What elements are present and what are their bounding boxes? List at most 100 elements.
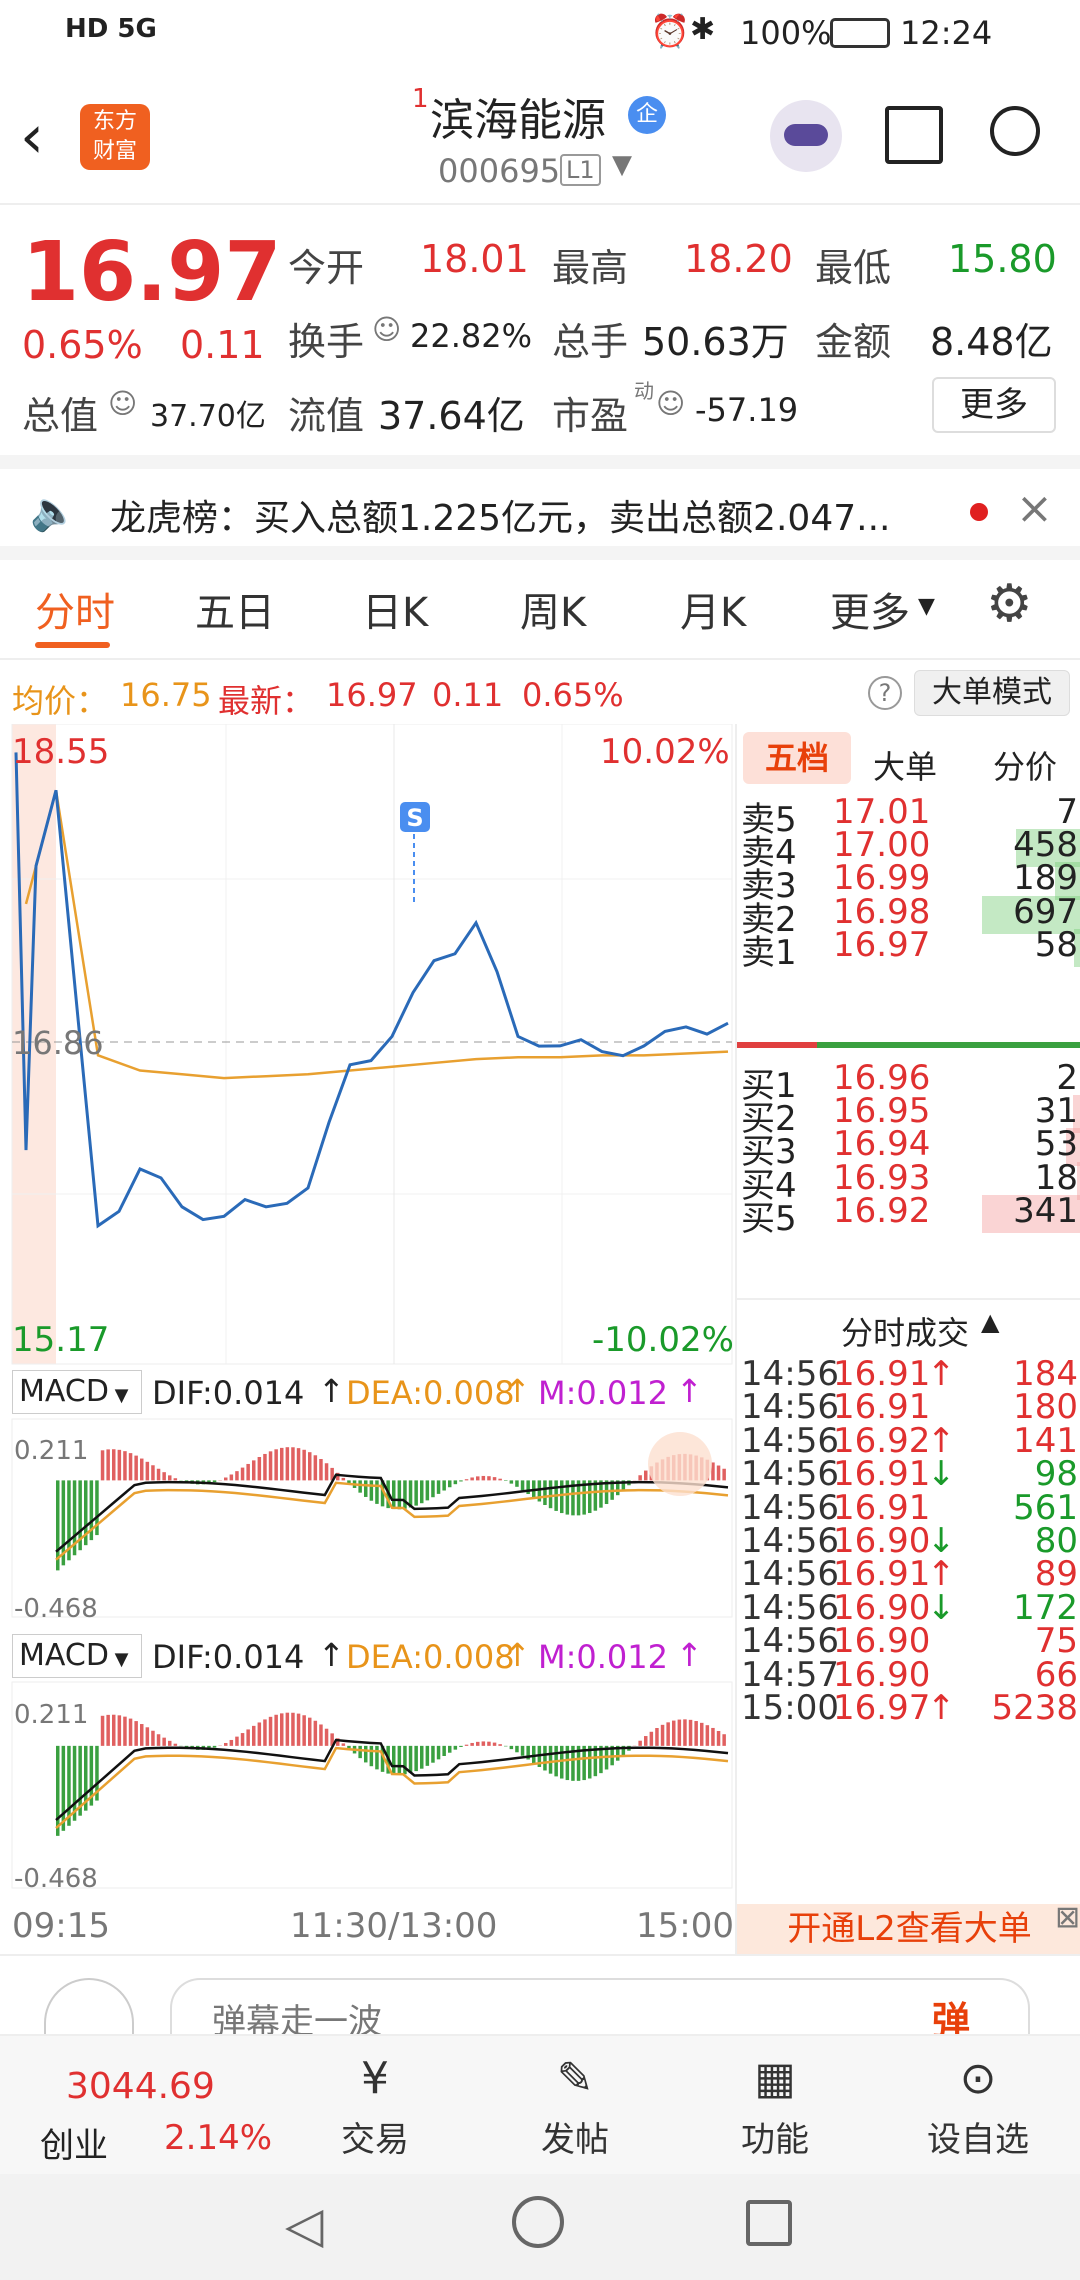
home-circle-icon[interactable]	[512, 2196, 564, 2248]
order-book-panel: 五档 大单 分价 卖5 17.01 7 卖4 17.00 458 卖3 16.99 189 卖2 1…	[735, 724, 1080, 1954]
tab-price-dist[interactable]: 分价	[993, 742, 1057, 788]
histogram-bar	[308, 1452, 312, 1481]
tab-intraday[interactable]: 分时	[35, 580, 115, 638]
avg-value: 16.75	[120, 676, 212, 714]
histogram-bar	[649, 1731, 654, 1746]
y-min-pct: -10.02%	[592, 1320, 734, 1360]
comment-list-icon[interactable]	[44, 1978, 134, 2036]
danmaku-input[interactable]: 弹幕走一波 弹	[170, 1978, 1030, 2036]
histogram-bar	[414, 1745, 418, 1772]
histogram-bar	[638, 1740, 642, 1746]
histogram-bar	[364, 1480, 368, 1497]
histogram-bar	[229, 1739, 234, 1746]
info-icon[interactable]: ☺	[656, 387, 685, 420]
trades-title[interactable]: 分时成交	[841, 1308, 969, 1354]
search-icon[interactable]	[990, 106, 1040, 156]
nav-trade[interactable]: ¥ 交易	[295, 2046, 455, 2161]
histogram-bar	[257, 1457, 262, 1481]
macd2-dif: DIF:0.014	[152, 1638, 305, 1676]
histogram-bar	[173, 1743, 178, 1746]
histogram-bar	[509, 1480, 514, 1484]
notice-bar[interactable]: 🔈 龙虎榜：买入总额1.225亿元，卖出总额2.047... ×	[0, 455, 1080, 560]
histogram-bar	[515, 1480, 519, 1487]
low-value: 15.80	[948, 237, 1057, 281]
intraday-chart[interactable]: S 18.55 10.02% 16.86 15.17 -10.02% MACD …	[0, 723, 735, 1954]
level-badge: L1	[560, 154, 601, 186]
histogram-bar	[145, 1727, 150, 1746]
histogram-bar	[470, 1742, 474, 1746]
high-value: 18.20	[684, 237, 793, 281]
recents-square-icon[interactable]	[746, 2200, 792, 2246]
share-icon[interactable]	[885, 106, 943, 164]
avg-price-bar: 均价： 16.75 最新： 16.97 0.11 0.65% ? 大单模式	[0, 662, 1080, 724]
tab-more[interactable]: 更多	[830, 580, 910, 638]
histogram-bar	[224, 1477, 228, 1481]
histogram-bar	[408, 1745, 413, 1773]
histogram-bar	[520, 1480, 525, 1491]
quote-panel: 16.97 0.65% 0.11 今开 18.01 最高 18.20 最低 15…	[0, 205, 1080, 455]
info-icon[interactable]: ☺	[108, 387, 137, 420]
histogram-bar	[420, 1480, 424, 1504]
nav-post[interactable]: ✎ 发帖	[495, 2046, 655, 2161]
level-label: 买5	[741, 1198, 797, 1239]
histogram-bar	[683, 1719, 687, 1746]
back-icon[interactable]: ‹	[20, 102, 44, 172]
histogram-bar	[313, 1720, 318, 1746]
close-icon[interactable]: ×	[1016, 483, 1053, 534]
x-start-label: 09:15	[12, 1906, 110, 1946]
histogram-bar	[492, 1742, 497, 1746]
histogram-bar	[134, 1721, 138, 1746]
histogram-bar	[162, 1737, 166, 1746]
histogram-bar	[638, 1475, 642, 1481]
tab-monthly-k[interactable]: 月K	[680, 580, 746, 638]
nav-functions[interactable]: ▦ 功能	[695, 2046, 855, 2161]
histogram-bar	[156, 1468, 161, 1481]
histogram-bar	[459, 1480, 463, 1482]
divider	[737, 1298, 1080, 1300]
chevron-down-icon[interactable]: ▼	[612, 150, 632, 180]
histogram-bar	[520, 1745, 525, 1756]
histogram-bar	[448, 1480, 452, 1488]
histogram-bar	[212, 1480, 217, 1483]
level-price: 16.92	[833, 1190, 931, 1231]
histogram-bar	[100, 1450, 105, 1481]
tab-weekly-k[interactable]: 周K	[520, 580, 586, 638]
close-icon[interactable]: ⊠	[1055, 1900, 1080, 1935]
open-label: 今开	[288, 246, 365, 290]
histogram-bar	[319, 1724, 323, 1746]
robot-avatar-icon[interactable]	[770, 100, 842, 172]
danmaku-button[interactable]: 弹	[932, 1990, 970, 2036]
tab-big-orders[interactable]: 大单	[873, 742, 937, 788]
histogram-bar	[308, 1717, 312, 1746]
histogram-bar	[319, 1458, 323, 1481]
macd1-selector[interactable]: MACD ▼	[12, 1370, 142, 1414]
help-icon[interactable]: ?	[868, 676, 902, 710]
histogram-bar	[425, 1745, 430, 1766]
tab-daily-k[interactable]: 日K	[362, 580, 428, 638]
histogram-bar	[285, 1447, 290, 1481]
expand-chart-icon[interactable]	[648, 1432, 712, 1496]
volume-value: 50.63万	[642, 320, 789, 364]
histogram-bar	[296, 1448, 301, 1481]
histogram-bar	[504, 1745, 508, 1747]
info-icon[interactable]: ☺	[372, 313, 401, 346]
latest-label: 最新：	[218, 682, 315, 720]
sort-up-icon[interactable]: ▲	[981, 1308, 999, 1336]
tab-five-levels[interactable]: 五档	[743, 732, 851, 784]
histogram-bar	[644, 1470, 648, 1481]
notice-text[interactable]: 龙虎榜：买入总额1.225亿元，卖出总额2.047...	[110, 489, 890, 541]
histogram-bar	[123, 1451, 127, 1481]
tab-five-day[interactable]: 五日	[195, 580, 275, 638]
stock-code: 000695	[438, 152, 561, 190]
nav-add-watchlist[interactable]: ⊙ 设自选	[898, 2046, 1058, 2161]
histogram-bar	[341, 1477, 346, 1481]
index-widget[interactable]: 3044.69 创业 2.14%	[0, 2036, 280, 2176]
big-order-mode-button[interactable]: 大单模式	[914, 670, 1070, 716]
more-button[interactable]: 更多	[932, 377, 1056, 433]
l2-banner[interactable]: 开通L2查看大单	[737, 1904, 1080, 1954]
gear-icon[interactable]: ⚙	[986, 574, 1033, 634]
macd2-selector[interactable]: MACD ▼	[12, 1634, 142, 1678]
trade-time: 15:00	[741, 1688, 839, 1728]
histogram-bar	[694, 1721, 698, 1746]
back-triangle-icon[interactable]: ◁	[285, 2196, 323, 2254]
